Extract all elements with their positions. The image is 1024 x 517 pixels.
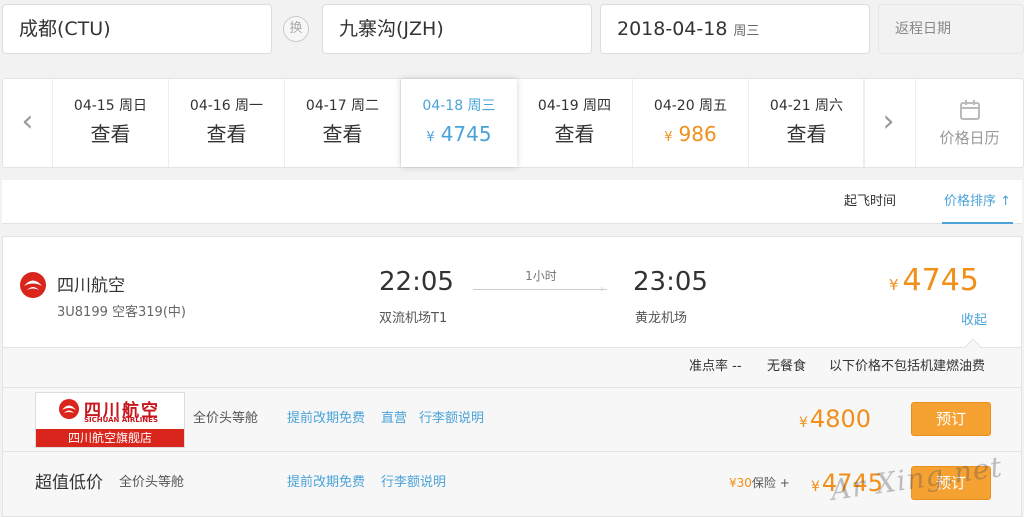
cabin-class: 全价头等舱 — [119, 475, 185, 490]
date-tab-value: 查看 — [90, 122, 131, 146]
flight-number-aircraft: 3U8199 空客319(中) — [57, 305, 186, 320]
date-tab-label: 04-15 周日 — [73, 98, 148, 114]
chevron-left-icon: ‹ — [21, 104, 34, 139]
price-calendar-button[interactable]: 价格日历 — [915, 79, 1023, 167]
date-tab-label: 04-19 周四 — [537, 98, 612, 114]
book-button[interactable]: 预订 — [911, 466, 991, 500]
date-tab-0420[interactable]: 04-20 周五 ¥986 — [633, 79, 749, 167]
cabin-class: 全价头等舱 — [193, 411, 259, 426]
date-tab-0419[interactable]: 04-19 周四 查看 — [517, 79, 633, 167]
date-tab-label: 04-21 周六 — [769, 98, 844, 114]
date-tab-value: 查看 — [206, 122, 247, 146]
fare-row-flagship: 四川航空 SICHUAN AIRLINES 四川航空旗舰店 全价头等舱 提前改期… — [2, 388, 1022, 452]
return-date-field[interactable]: 返程日期 — [878, 4, 1024, 54]
flagship-store-name: 四川航空旗舰店 — [36, 429, 184, 447]
arrival-airport: 黄龙机场 — [635, 311, 688, 326]
date-tab-label: 04-20 周五 — [653, 98, 728, 114]
insurance-label: 保险 + — [751, 476, 790, 490]
fare-row-value: 超值低价 全价头等舱 提前改期免费 行李额说明 ¥30保险 + ¥4745 预订 — [2, 452, 1022, 517]
fare-price: ¥4745 — [811, 452, 883, 517]
date-tab-label: 04-17 周二 — [305, 98, 380, 114]
arrow-right-icon: › — [600, 284, 604, 295]
currency-symbol: ¥ — [889, 276, 899, 294]
date-tab-price: ¥986 — [633, 121, 748, 147]
flight-duration: 1小时 — [525, 269, 557, 283]
date-tab-value: 查看 — [554, 122, 595, 146]
prev-dates-button[interactable]: ‹ — [3, 79, 53, 167]
departure-city-field[interactable]: 成都(CTU) — [2, 4, 272, 54]
search-bar: 成都(CTU) 换 九寨沟(JZH) 2018-04-18 周三 返程日期 — [0, 0, 1024, 58]
price-value: 4745 — [902, 263, 979, 298]
book-button[interactable]: 预订 — [911, 402, 991, 436]
on-time-rate: 准点率 -- — [689, 359, 742, 374]
logo-brand-en-text: SICHUAN AIRLINES — [84, 416, 158, 424]
meal-info: 无餐食 — [767, 359, 807, 374]
next-dates-button[interactable]: › — [863, 79, 913, 167]
departure-date-value: 2018-04-18 — [617, 18, 728, 40]
airline-name: 四川航空 — [57, 276, 125, 296]
tag-free-reschedule[interactable]: 提前改期免费 — [287, 452, 365, 514]
date-tab-label: 04-18 周三 — [422, 98, 496, 114]
sort-by-price-label: 价格排序 — [944, 194, 997, 209]
sort-by-price[interactable]: 价格排序 ↑ — [942, 180, 1014, 224]
tag-free-reschedule[interactable]: 提前改期免费 — [287, 388, 365, 450]
date-tab-0416[interactable]: 04-16 周一 查看 — [169, 79, 285, 167]
price-value: 986 — [678, 122, 717, 146]
arrival-city-field[interactable]: 九寨沟(JZH) — [322, 4, 592, 54]
departure-airport: 双流机场T1 — [379, 311, 448, 326]
duration-line — [473, 289, 607, 290]
currency-symbol: ¥ — [664, 130, 673, 145]
tag-direct-sale[interactable]: 直营 — [381, 388, 407, 450]
arrival-time: 23:05 — [633, 267, 708, 297]
flagship-store-logo[interactable]: 四川航空 SICHUAN AIRLINES 四川航空旗舰店 — [35, 392, 185, 448]
price-value: 4745 — [440, 122, 492, 146]
price-value: 4800 — [809, 405, 871, 433]
price-value: 4745 — [821, 469, 883, 497]
date-tab-0421[interactable]: 04-21 周六 查看 — [749, 79, 865, 167]
tag-baggage-info[interactable]: 行李额说明 — [419, 388, 484, 450]
date-tab-label: 04-16 周一 — [189, 98, 264, 114]
sort-by-departure-time[interactable]: 起飞时间 — [844, 180, 896, 224]
tax-note: 以下价格不包括机建燃油费 — [829, 359, 986, 374]
collapse-link[interactable]: 收起 — [961, 309, 987, 328]
flight-card[interactable]: 四川航空 3U8199 空客319(中) 22:05 双流机场T1 1小时 › … — [2, 236, 1022, 348]
date-tab-0417[interactable]: 04-17 周二 查看 — [285, 79, 401, 167]
swap-cities-button[interactable]: 换 — [283, 16, 309, 42]
arrow-up-icon: ↑ — [1000, 194, 1012, 209]
sichuan-airlines-logo-icon — [20, 272, 46, 298]
date-tab-value: 查看 — [322, 122, 363, 146]
date-tab-value: 查看 — [786, 122, 827, 146]
insurance-note: ¥30保险 + — [729, 452, 790, 514]
fare-price: ¥4800 — [799, 388, 871, 454]
calendar-icon — [959, 100, 980, 120]
departure-time: 22:05 — [379, 267, 454, 297]
flight-lowest-price: ¥4745 — [889, 263, 979, 298]
departure-date-field[interactable]: 2018-04-18 周三 — [600, 4, 870, 54]
currency-symbol: ¥ — [426, 130, 435, 145]
departure-weekday: 周三 — [733, 24, 760, 39]
flight-info-bar: 准点率 -- 无餐食 以下价格不包括机建燃油费 — [2, 338, 1022, 388]
date-tab-0418[interactable]: 04-18 周三 ¥4745 — [401, 79, 517, 167]
currency-symbol: ¥ — [799, 415, 808, 431]
currency-symbol: ¥ — [811, 479, 820, 495]
sichuan-airlines-logo-icon — [59, 399, 79, 419]
fare-title: 超值低价 — [35, 473, 103, 493]
insurance-amount: ¥30 — [729, 476, 752, 490]
date-tab-0415[interactable]: 04-15 周日 查看 — [53, 79, 169, 167]
sort-bar: 起飞时间 价格排序 ↑ — [2, 180, 1022, 224]
price-calendar-label: 价格日历 — [939, 129, 1000, 147]
date-tab-price: ¥4745 — [401, 121, 517, 147]
date-price-strip: ‹ 04-15 周日 查看 04-16 周一 查看 04-17 周二 查看 04… — [2, 78, 1024, 168]
tag-baggage-info[interactable]: 行李额说明 — [381, 452, 446, 514]
chevron-right-icon: › — [882, 104, 895, 139]
